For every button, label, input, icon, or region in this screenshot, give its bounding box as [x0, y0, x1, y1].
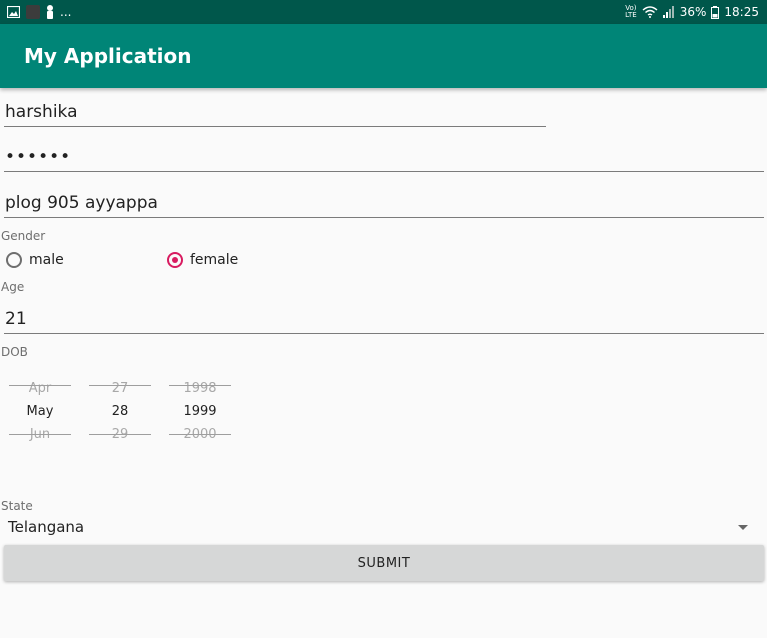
signal-icon: [662, 6, 674, 18]
state-spinner[interactable]: Telangana: [4, 512, 760, 542]
dob-day-selected[interactable]: 28: [87, 404, 153, 419]
age-label: Age: [1, 280, 25, 294]
status-time: 18:25: [724, 5, 759, 19]
dob-year-prev[interactable]: 1998: [167, 381, 233, 396]
person-icon: [47, 5, 53, 19]
wifi-icon: [642, 6, 658, 18]
battery-percent: 36%: [679, 5, 707, 19]
app-icon: [26, 5, 40, 19]
radio-female-circle[interactable]: [167, 252, 183, 268]
age-field[interactable]: 21: [4, 304, 764, 334]
radio-male[interactable]: male: [6, 252, 64, 268]
status-bar-left: ...: [7, 4, 71, 20]
status-bar-right: Vo) LTE 36% 18:25: [625, 4, 759, 20]
battery-icon: [711, 5, 720, 19]
dob-year-selected[interactable]: 1999: [167, 404, 233, 419]
status-bar: ... Vo) LTE 36% 18:25: [0, 0, 767, 24]
dob-day-prev[interactable]: 27: [87, 381, 153, 396]
picker-divider: [9, 434, 71, 435]
state-spinner-value[interactable]: Telangana: [8, 518, 84, 536]
picker-divider: [169, 385, 231, 386]
picker-divider: [89, 434, 151, 435]
dob-label: DOB: [1, 345, 28, 359]
picker-divider: [9, 385, 71, 386]
name-field[interactable]: harshika: [4, 97, 546, 127]
picker-divider: [169, 434, 231, 435]
app-bar: My Application: [0, 24, 767, 88]
dob-year-picker[interactable]: 1998 1999 2000: [167, 374, 233, 444]
state-label: State: [1, 499, 33, 513]
notification-overflow: ...: [60, 5, 72, 19]
dob-month-selected[interactable]: May: [7, 404, 73, 419]
address-field[interactable]: plog 905 ayyappa: [4, 188, 764, 218]
gallery-icon: [7, 6, 20, 18]
dropdown-arrow-icon[interactable]: [738, 525, 748, 530]
volte-indicator: Vo) LTE: [625, 4, 637, 19]
dob-day-picker[interactable]: 27 28 29: [87, 374, 153, 444]
app-title: My Application: [24, 44, 192, 68]
submit-button[interactable]: SUBMIT: [4, 545, 764, 581]
dob-month-prev[interactable]: Apr: [7, 381, 73, 396]
radio-female-label: female: [190, 252, 239, 268]
gender-label: Gender: [1, 229, 46, 243]
picker-divider: [89, 385, 151, 386]
password-field[interactable]: ••••••: [4, 142, 764, 172]
radio-female[interactable]: female: [167, 252, 238, 268]
radio-male-circle[interactable]: [6, 252, 22, 268]
dob-month-picker[interactable]: Apr May Jun: [7, 374, 73, 444]
radio-male-label: male: [29, 252, 64, 268]
